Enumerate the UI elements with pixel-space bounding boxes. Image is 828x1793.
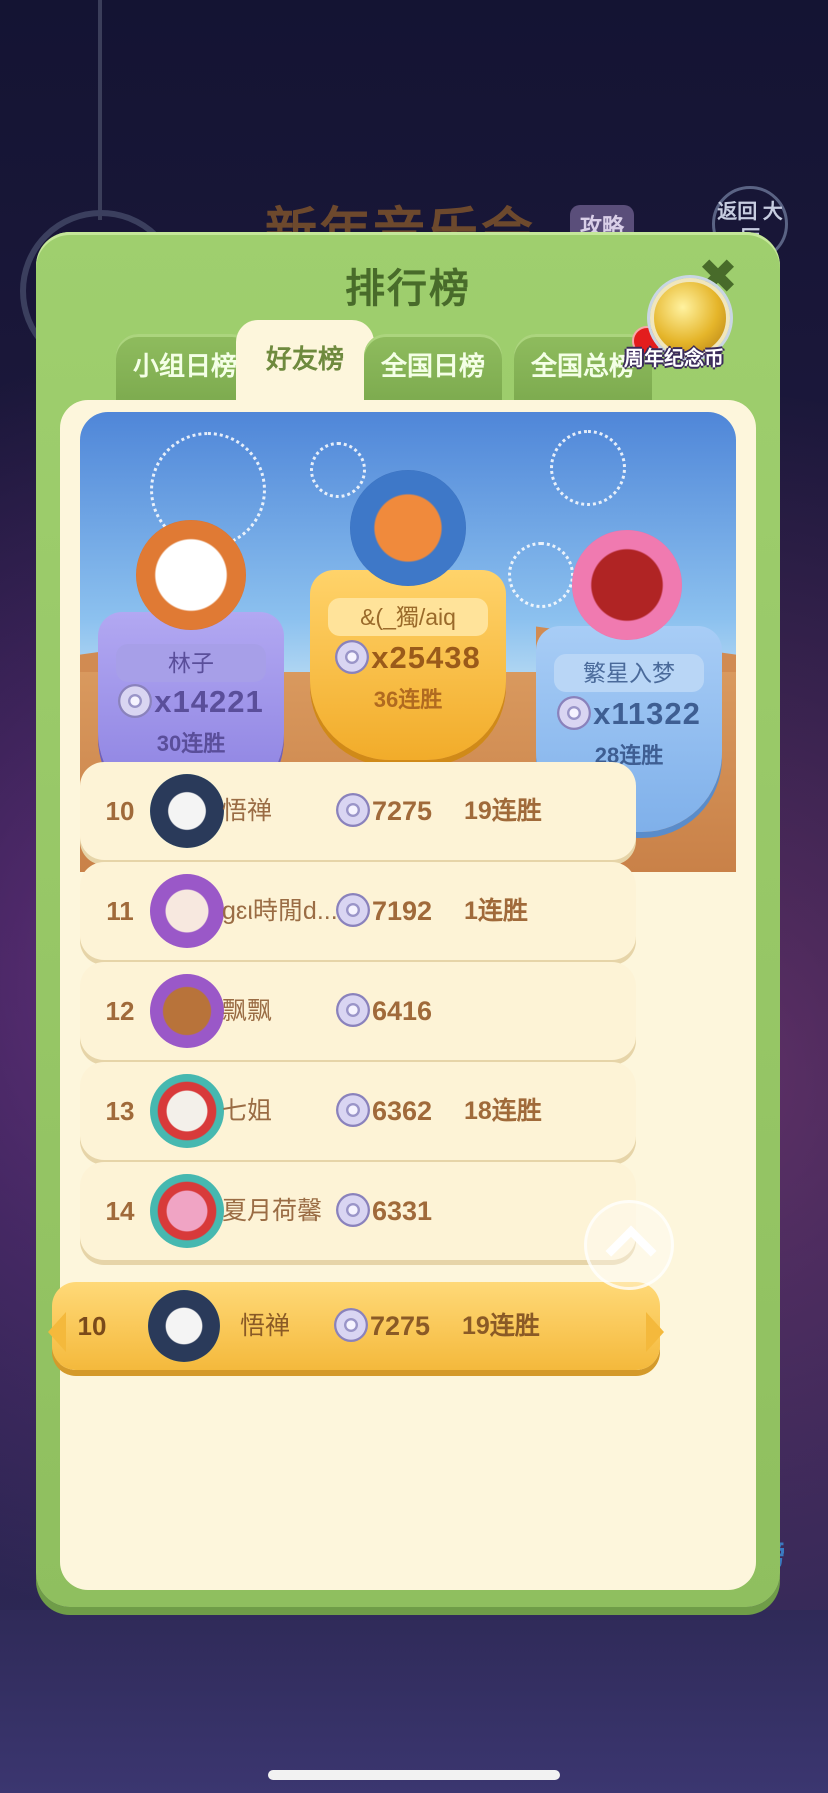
podium-third[interactable]: 繁星入梦 x11322 28连胜 [536,530,722,832]
podium-name: &(_獨/aiq [328,598,488,636]
decor-arrow [646,1312,664,1352]
tab-national-daily[interactable]: 全国日榜 [364,334,502,402]
podium-name: 繁星入梦 [554,654,704,692]
list-item[interactable]: 13 七姐 6362 18连胜 [80,1062,636,1160]
disc-icon [334,1307,368,1342]
podium-first[interactable]: &(_獨/aiq x25438 36连胜 [310,470,506,760]
player-name: 夏月荷馨 [222,1197,323,1225]
disc-icon [557,695,592,730]
podium-score: x11322 [536,695,722,733]
player-name: gɛι時閒d... [222,897,338,925]
avatar [150,874,224,948]
podium-streak: 30连胜 [156,731,226,756]
list-item[interactable]: 14 夏月荷馨 6331 [80,1162,636,1260]
list-item[interactable]: 12 飘飘 6416 [80,962,636,1060]
rank-number: 10 [105,796,135,826]
list-item[interactable]: 10 悟禅 7275 19连胜 [80,762,636,860]
tab-friends[interactable]: 好友榜 [236,320,374,402]
rank-number: 14 [105,1196,135,1226]
player-score: 6362 [336,1062,432,1160]
player-streak: 1连胜 [464,897,528,925]
avatar [148,1290,220,1362]
avatar [150,974,224,1048]
avatar [572,530,682,640]
background-bottom [0,1610,828,1793]
decor-arrow [48,1312,66,1352]
my-rank-row[interactable]: 10 悟禅 7275 19连胜 [48,1282,664,1370]
avatar [136,520,246,630]
rank-number: 11 [106,896,134,926]
rank-number: 12 [105,996,135,1026]
rank-number: 13 [105,1096,135,1126]
player-streak: 19连胜 [462,1312,540,1340]
coin-label: 周年纪念币 [624,348,724,370]
player-score: 6416 [336,962,432,1060]
home-indicator [268,1770,560,1780]
list-item[interactable]: 11 gɛι時閒d... 7192 1连胜 [80,862,636,960]
anniversary-coin-button[interactable]: 周年纪念币 [624,278,732,378]
chevron-up-icon [605,1225,657,1277]
disc-icon [336,1192,370,1227]
disc-icon [336,892,370,927]
disc-icon [336,792,370,827]
player-name: 七姐 [222,1097,273,1125]
avatar [150,1074,224,1148]
player-score: 7192 [336,862,432,960]
player-score: 7275 [336,762,432,860]
tab-label: 全国日榜 [380,351,485,381]
player-streak: 19连胜 [464,797,542,825]
avatar [150,1174,224,1248]
disc-icon [118,683,153,718]
avatar [150,774,224,848]
player-streak: 18连胜 [464,1097,542,1125]
podium-streak: 36连胜 [373,687,443,712]
player-score: 6331 [336,1162,432,1260]
tab-group-daily[interactable]: 小组日榜 [116,334,254,402]
rank-number: 10 [77,1311,107,1341]
player-name: 飘飘 [222,997,273,1025]
disc-icon [336,1092,370,1127]
podium-second[interactable]: 林子 x14221 30连胜 [98,520,284,812]
firework-decoration [550,430,626,506]
player-score: 7275 [334,1282,430,1370]
tab-label: 好友榜 [265,344,344,374]
podium-score: x25438 [310,639,506,677]
scroll-to-top-button[interactable] [584,1200,674,1290]
background-rope [98,0,102,220]
podium-name: 林子 [116,644,266,682]
player-name: 悟禅 [222,797,273,825]
disc-icon [335,639,370,674]
avatar [350,470,466,586]
tab-label: 小组日榜 [132,351,237,381]
podium-score: x14221 [98,683,284,721]
disc-icon [336,992,370,1027]
